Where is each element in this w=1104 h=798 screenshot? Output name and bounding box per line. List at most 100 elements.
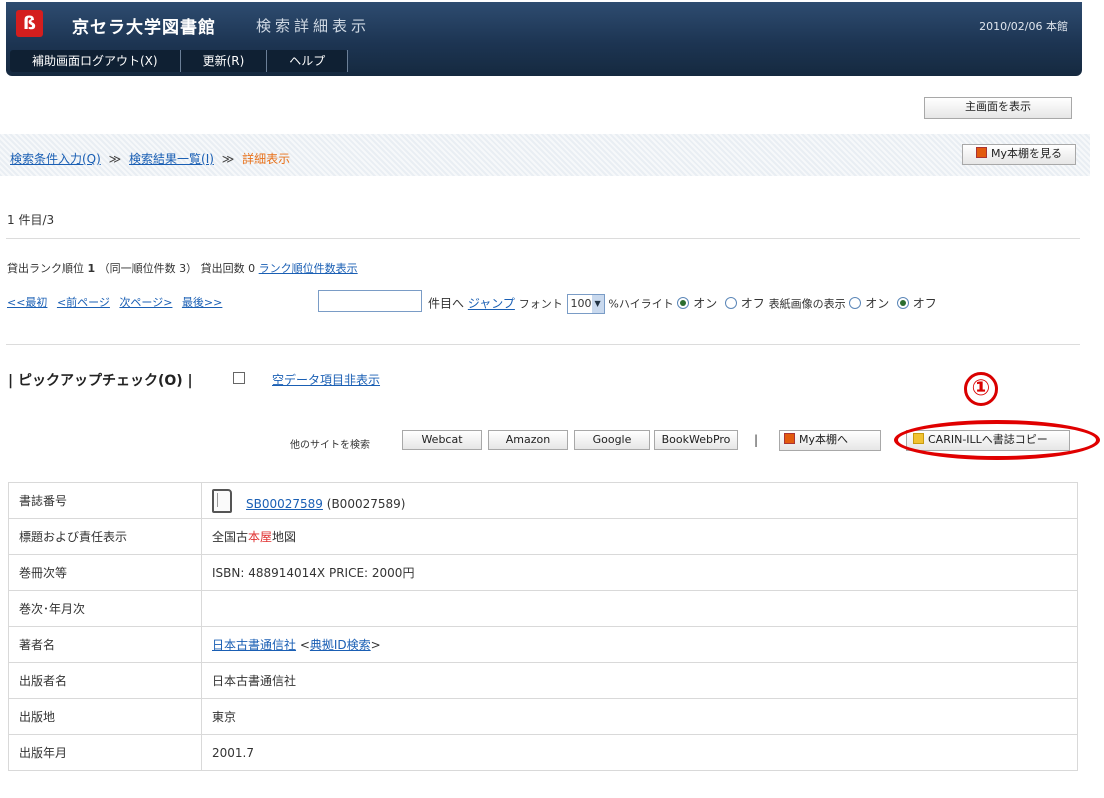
- field-value: [201, 590, 1078, 627]
- highlight-off-label: オフ: [740, 296, 765, 311]
- field-value: ISBN: 488914014X PRICE: 2000円: [201, 554, 1078, 591]
- cover-on-radio[interactable]: [849, 296, 862, 309]
- rank-value: 1: [87, 262, 96, 275]
- nav-first[interactable]: <<最初: [7, 296, 47, 309]
- table-row: 出版者名 日本古書通信社: [8, 662, 1078, 699]
- jump-suffix: 件目へ: [428, 296, 465, 311]
- breadcrumb-search-conditions[interactable]: 検索条件入力(Q): [10, 152, 101, 166]
- table-row: 出版地 東京: [8, 698, 1078, 735]
- biblio-id-link[interactable]: SB00027589: [246, 497, 323, 511]
- shelf-icon: [784, 433, 795, 444]
- record-navigation: <<最初 <前ページ 次ページ> 最後>>: [7, 294, 228, 310]
- field-value: 日本古書通信社 <典拠ID検索>: [201, 626, 1078, 663]
- field-label: 出版年月: [8, 734, 202, 771]
- google-button[interactable]: Google: [574, 430, 650, 450]
- biblio-id-extra: (B00027589): [326, 496, 406, 511]
- table-row: 書誌番号 SB00027589 (B00027589): [8, 482, 1078, 519]
- bookwebpro-button[interactable]: BookWebPro: [654, 430, 738, 450]
- authority-close: >: [370, 638, 381, 652]
- cover-on-label: オン: [865, 296, 890, 311]
- table-row: 標題および責任表示 全国古本屋地図: [8, 518, 1078, 555]
- menu-help[interactable]: ヘルプ: [267, 50, 349, 72]
- jump-record-input[interactable]: [318, 290, 422, 312]
- divider: [6, 238, 1080, 239]
- authority-search-link[interactable]: 典拠ID検索: [310, 638, 371, 652]
- webcat-button[interactable]: Webcat: [402, 430, 482, 450]
- table-row: 出版年月 2001.7: [8, 734, 1078, 771]
- record-position: 1 件目/3: [7, 213, 55, 227]
- toolbar-separator: |: [754, 433, 759, 447]
- table-row: 巻冊次等 ISBN: 488914014X PRICE: 2000円: [8, 554, 1078, 591]
- author-link[interactable]: 日本古書通信社: [212, 638, 296, 652]
- loan-count-label: 貸出回数: [200, 262, 245, 275]
- pickup-checkbox[interactable]: [233, 372, 245, 384]
- authority-open: <: [296, 638, 310, 652]
- table-row: 巻次･年月次: [8, 590, 1078, 627]
- menu-logout[interactable]: 補助画面ログアウト(X): [10, 50, 181, 72]
- field-value: SB00027589 (B00027589): [201, 482, 1078, 519]
- font-size-value: 100: [570, 297, 592, 310]
- field-value: 2001.7: [201, 734, 1078, 771]
- title-highlight: 本屋: [248, 530, 273, 544]
- nav-last[interactable]: 最後>>: [182, 296, 222, 309]
- shelf-icon: [975, 147, 987, 158]
- cover-off-label: オフ: [912, 296, 937, 311]
- field-value: 全国古本屋地図: [201, 518, 1078, 555]
- display-controls: 件目へ ジャンプ フォント 100 ▼ %ハイライト オン オフ 表紙画像の表示 …: [428, 294, 937, 314]
- chevron-down-icon: ▼: [591, 295, 604, 313]
- library-logo: ß: [16, 10, 43, 37]
- bibliographic-table: 書誌番号 SB00027589 (B00027589) 標題および責任表示 全国…: [8, 482, 1078, 771]
- breadcrumb-current: 詳細表示: [242, 152, 291, 166]
- hide-empty-fields-link[interactable]: 空データ項目非表示: [272, 371, 380, 388]
- same-rank-count: （同一順位件数 3）: [98, 262, 198, 275]
- menu-refresh[interactable]: 更新(R): [181, 50, 268, 72]
- field-label: 著者名: [8, 626, 202, 663]
- field-label: 書誌番号: [8, 482, 202, 519]
- rank-label: 貸出ランク順位: [7, 262, 84, 275]
- nav-next[interactable]: 次ページ>: [119, 296, 172, 309]
- amazon-button[interactable]: Amazon: [488, 430, 568, 450]
- highlight-label: %ハイライト: [608, 297, 674, 311]
- page-title: 検索詳細表示: [256, 17, 371, 35]
- field-value: 日本古書通信社: [201, 662, 1078, 699]
- field-value: 東京: [201, 698, 1078, 735]
- add-to-my-shelf-button[interactable]: My本棚へ: [779, 430, 881, 451]
- menu-bar: 補助画面ログアウト(X) 更新(R) ヘルプ: [10, 50, 349, 72]
- highlight-off-radio[interactable]: [724, 296, 737, 309]
- add-to-my-shelf-label: My本棚へ: [799, 433, 849, 446]
- main-screen-button[interactable]: 主画面を表示: [924, 97, 1072, 119]
- divider: [6, 344, 1080, 345]
- field-label: 巻次･年月次: [8, 590, 202, 627]
- annotation-highlight-oval: [894, 420, 1100, 460]
- rank-count-link[interactable]: ランク順位件数表示: [259, 262, 358, 275]
- jump-link[interactable]: ジャンプ: [468, 297, 515, 311]
- book-icon: [212, 488, 232, 513]
- library-name: 京セラ大学図書館: [72, 18, 216, 38]
- title-part: 地図: [272, 530, 297, 544]
- pickup-check-label: | ピックアップチェック(O) |: [8, 373, 193, 389]
- cover-image-label: 表紙画像の表示: [768, 297, 846, 311]
- app-header: ß 京セラ大学図書館 検索詳細表示 2010/02/06 本館 補助画面ログアウ…: [6, 2, 1082, 76]
- other-sites-label: 他のサイトを検索: [290, 440, 370, 451]
- breadcrumb-separator: ≫: [108, 152, 122, 166]
- view-my-shelf-label: My本棚を見る: [990, 147, 1062, 160]
- breadcrumb-band: 検索条件入力(Q) ≫ 検索結果一覧(I) ≫ 詳細表示 My本棚を見る: [0, 134, 1090, 176]
- breadcrumb-separator: ≫: [221, 152, 235, 166]
- font-label: フォント: [518, 297, 563, 311]
- loan-count: 0: [248, 262, 256, 275]
- breadcrumb-result-list[interactable]: 検索結果一覧(I): [129, 152, 214, 166]
- field-label: 出版者名: [8, 662, 202, 699]
- annotation-number: ①: [964, 372, 998, 406]
- nav-prev[interactable]: <前ページ: [57, 296, 110, 309]
- title-part: 全国古: [212, 530, 249, 544]
- highlight-on-label: オン: [693, 296, 718, 311]
- field-label: 巻冊次等: [8, 554, 202, 591]
- breadcrumb: 検索条件入力(Q) ≫ 検索結果一覧(I) ≫ 詳細表示: [10, 150, 290, 167]
- highlight-on-radio[interactable]: [677, 296, 690, 309]
- table-row: 著者名 日本古書通信社 <典拠ID検索>: [8, 626, 1078, 663]
- date-branch: 2010/02/06 本館: [979, 20, 1068, 33]
- field-label: 標題および責任表示: [8, 518, 202, 555]
- cover-off-radio[interactable]: [896, 296, 909, 309]
- font-size-select[interactable]: 100 ▼: [566, 294, 605, 314]
- view-my-shelf-button[interactable]: My本棚を見る: [962, 144, 1076, 165]
